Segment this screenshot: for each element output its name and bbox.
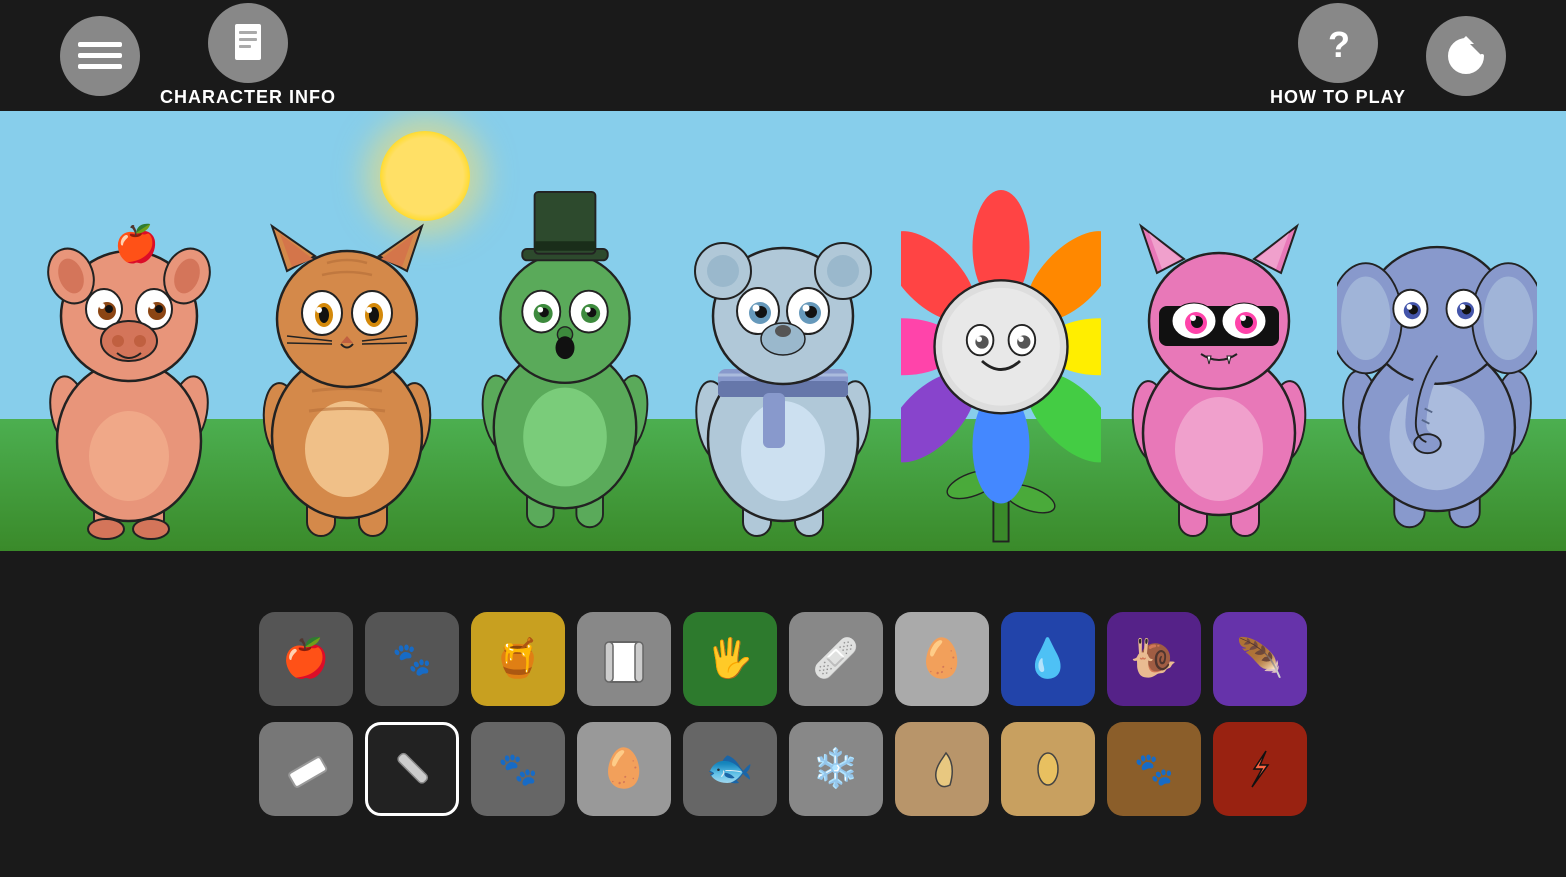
pink-cat-character[interactable] (1119, 171, 1319, 551)
elephant-character[interactable] (1337, 171, 1537, 551)
tool-scroll[interactable] (577, 612, 671, 706)
toolbar-row-1: 🍎 🐾 🍯 🖐️ 🩹 🥚 (259, 612, 1307, 706)
tool-lightning[interactable] (1213, 722, 1307, 816)
tool-knife[interactable] (365, 722, 459, 816)
character-info-button[interactable] (208, 3, 288, 83)
character-info-label: CHARACTER INFO (160, 87, 336, 108)
how-to-play-group: ? HOW TO PLAY (1270, 3, 1406, 108)
tool-snail[interactable]: 🐌 (1107, 612, 1201, 706)
right-buttons: ? HOW TO PLAY (1270, 3, 1506, 108)
reset-button[interactable] (1426, 16, 1506, 96)
tool-drop[interactable]: 💧 (1001, 612, 1095, 706)
cat-character[interactable] (247, 171, 447, 551)
game-scene: 🍎 (0, 111, 1566, 551)
tool-fishbone[interactable]: 🐟 (683, 722, 777, 816)
tool-paw-white[interactable]: 🐾 (365, 612, 459, 706)
tool-seed[interactable] (1001, 722, 1095, 816)
tool-bandage[interactable]: 🩹 (789, 612, 883, 706)
tool-paw-gray[interactable]: 🐾 (471, 722, 565, 816)
how-to-play-button[interactable]: ? (1298, 3, 1378, 83)
svg-text:?: ? (1328, 24, 1350, 65)
tool-egg[interactable]: 🥚 (895, 612, 989, 706)
character-info-group: CHARACTER INFO (160, 3, 336, 108)
bear-character[interactable] (683, 171, 883, 551)
tool-eraser[interactable] (259, 722, 353, 816)
left-buttons: CHARACTER INFO (60, 3, 336, 108)
pig-character[interactable]: 🍎 (29, 171, 229, 551)
tool-claw-tan[interactable] (895, 722, 989, 816)
tool-green-hand[interactable]: 🖐️ (683, 612, 777, 706)
turtle-character[interactable] (465, 171, 665, 551)
tool-cloud[interactable]: ❄️ (789, 722, 883, 816)
tool-honeycomb[interactable]: 🍯 (471, 612, 565, 706)
toolbar: 🍎 🐾 🍯 🖐️ 🩹 🥚 (0, 551, 1566, 877)
how-to-play-label: HOW TO PLAY (1270, 87, 1406, 108)
menu-button[interactable] (60, 16, 140, 96)
top-bar: CHARACTER INFO ? HOW TO PLAY (0, 0, 1566, 111)
characters-area: 🍎 (0, 131, 1566, 551)
tool-paw-brown[interactable]: 🐾 (1107, 722, 1201, 816)
tool-egg-gray[interactable]: 🥚 (577, 722, 671, 816)
toolbar-row-2: 🐾 🥚 🐟 ❄️ 🐾 (259, 722, 1307, 816)
flower-character[interactable] (901, 171, 1101, 551)
tool-feather[interactable]: 🪶 (1213, 612, 1307, 706)
tool-apple[interactable]: 🍎 (259, 612, 353, 706)
svg-text:🍎: 🍎 (114, 222, 159, 264)
